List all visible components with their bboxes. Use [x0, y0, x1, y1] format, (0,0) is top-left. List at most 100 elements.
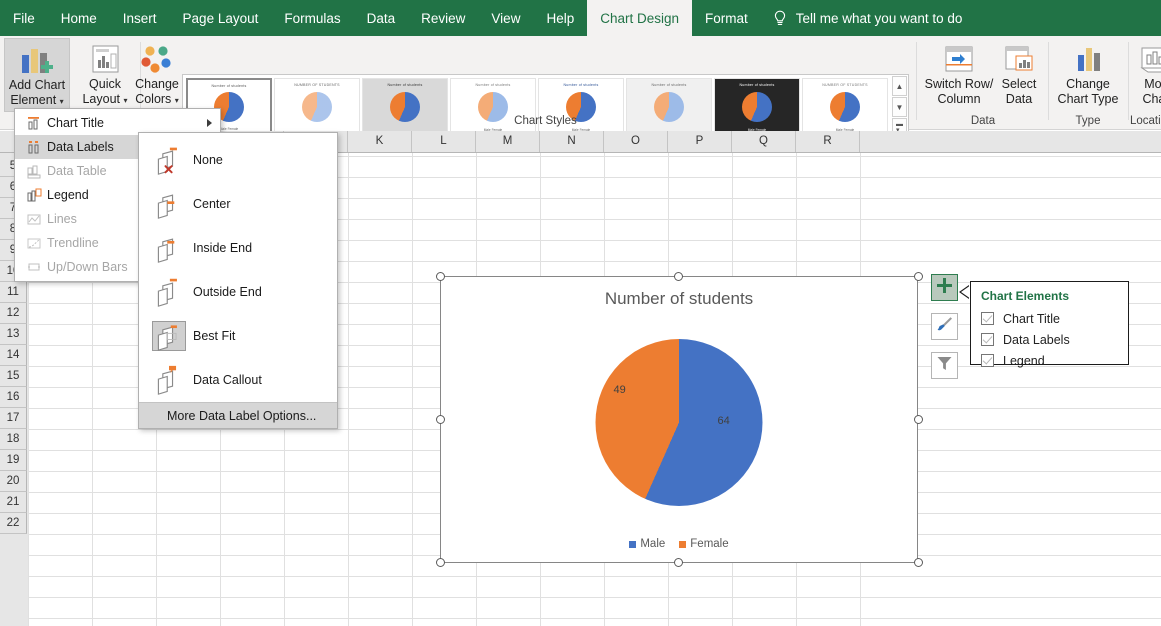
data-label-option-inside-end[interactable]: Inside End [139, 226, 337, 270]
legend-item-male[interactable]: Male [629, 538, 665, 550]
legend-item-female[interactable]: Female [679, 538, 729, 550]
chart-style-thumbnail-3[interactable]: Number of students [362, 78, 448, 136]
divider [1048, 42, 1049, 120]
resize-handle-se[interactable] [914, 558, 923, 567]
row-header-16[interactable]: 16 [0, 387, 27, 408]
resize-handle-ne[interactable] [914, 272, 923, 281]
change-colors-button[interactable]: Change Colors ▾ [126, 38, 188, 110]
column-header-N[interactable]: N [540, 131, 604, 152]
data-label-option-none[interactable]: None [139, 138, 337, 182]
pie-series[interactable] [595, 339, 763, 506]
move-chart-icon [1138, 41, 1161, 77]
ribbon-tab-chart-design[interactable]: Chart Design [587, 0, 693, 36]
brush-icon [936, 315, 954, 338]
ribbon-tab-file[interactable]: File [0, 0, 48, 36]
chart-element-row-data-labels[interactable]: Data Labels [981, 329, 1128, 350]
row-header-15[interactable]: 15 [0, 366, 27, 387]
ribbon-tab-formulas[interactable]: Formulas [271, 0, 353, 36]
column-header-Q[interactable]: Q [732, 131, 796, 152]
ribbon-tab-help[interactable]: Help [533, 0, 587, 36]
resize-handle-n[interactable] [674, 272, 683, 281]
resize-handle-w[interactable] [436, 415, 445, 424]
ribbon-tab-data[interactable]: Data [354, 0, 409, 36]
resize-handle-e[interactable] [914, 415, 923, 424]
gridline-horizontal [28, 597, 1161, 598]
pie-plot-area[interactable]: 64 49 [595, 339, 763, 506]
chart-styles-button[interactable] [931, 313, 958, 340]
row-header-22[interactable]: 22 [0, 513, 27, 534]
chart-style-thumbnail-7[interactable]: Number of students Male Female [714, 78, 800, 136]
legend-icon [21, 188, 47, 203]
data-label-option-outside-end[interactable]: Outside End [139, 270, 337, 314]
plus-icon [936, 277, 953, 299]
row-header-11[interactable]: 11 [0, 282, 27, 303]
more-data-label-options-item[interactable]: More Data Label Options... [139, 402, 337, 428]
gallery-scrollbar[interactable]: ▲ ▼ ▬▾ [892, 76, 907, 138]
column-header-R[interactable]: R [796, 131, 860, 152]
data-label-option-label: Best Fit [193, 329, 236, 343]
row-header-20[interactable]: 20 [0, 471, 27, 492]
resize-handle-s[interactable] [674, 558, 683, 567]
chart-style-thumbnail-6[interactable]: Number of students [626, 78, 712, 136]
row-header-19[interactable]: 19 [0, 450, 27, 471]
ribbon-tab-home[interactable]: Home [48, 0, 110, 36]
row-header-14[interactable]: 14 [0, 345, 27, 366]
resize-handle-sw[interactable] [436, 558, 445, 567]
chart-element-row-chart-title[interactable]: Chart Title [981, 308, 1128, 329]
resize-handle-nw[interactable] [436, 272, 445, 281]
label-none-icon [145, 145, 193, 175]
column-header-L[interactable]: L [412, 131, 476, 152]
checkbox-data-labels[interactable] [981, 333, 994, 346]
ribbon-tab-review[interactable]: Review [408, 0, 478, 36]
chart-elements-button[interactable] [931, 274, 958, 301]
row-header-12[interactable]: 12 [0, 303, 27, 324]
chart-element-row-legend[interactable]: Legend [981, 350, 1128, 371]
gallery-scroll-up-button[interactable]: ▲ [892, 76, 907, 96]
chart-filters-button[interactable] [931, 352, 958, 379]
checkbox-chart-title[interactable] [981, 312, 994, 325]
row-header-21[interactable]: 21 [0, 492, 27, 513]
chart-title[interactable]: Number of students [441, 289, 917, 309]
chart-element-label: Chart Title [1003, 311, 1060, 326]
chart-legend[interactable]: Male Female [441, 538, 917, 550]
move-chart-button[interactable]: Mov Char [1132, 38, 1161, 109]
row-header-13[interactable]: 13 [0, 324, 27, 345]
more-data-label-options-label: More Data Label Options... [167, 408, 317, 423]
change-chart-type-button[interactable]: Change Chart Type [1054, 38, 1122, 109]
data-label-male[interactable]: 64 [718, 415, 730, 427]
checkbox-legend[interactable] [981, 354, 994, 367]
thumbnail-title: NUMBER OF STUDENTS [822, 83, 868, 87]
row-header-17[interactable]: 17 [0, 408, 27, 429]
ribbon-tab-view[interactable]: View [478, 0, 533, 36]
data-label-option-label: Data Callout [193, 373, 262, 387]
change-chart-type-label-2: Chart Type [1057, 92, 1119, 106]
chart-element-label: Data Labels [1003, 332, 1070, 347]
column-header-P[interactable]: P [668, 131, 732, 152]
ribbon-tab-format[interactable]: Format [692, 0, 761, 36]
ribbon-tab-page-layout[interactable]: Page Layout [170, 0, 272, 36]
switch-row-column-button[interactable]: Switch Row/ Column [924, 38, 994, 109]
column-header-K[interactable]: K [348, 131, 412, 152]
chart-style-thumbnail-8[interactable]: NUMBER OF STUDENTS Male Female [802, 78, 888, 136]
row-header-18[interactable]: 18 [0, 429, 27, 450]
quick-layout-label-1: Quick [89, 77, 121, 91]
add-chart-element-button[interactable]: Add Chart Element ▾ [4, 38, 70, 112]
menu-item-label: Up/Down Bars [47, 260, 128, 274]
data-labels-submenu[interactable]: None Center Inside End Outside End Best Fit D… [138, 132, 338, 429]
quick-layout-label-2: Layout [82, 92, 121, 106]
column-header-M[interactable]: M [476, 131, 540, 152]
chart-style-thumbnail-5[interactable]: Number of students Male Female [538, 78, 624, 136]
data-label-female[interactable]: 49 [614, 384, 626, 396]
column-header-O[interactable]: O [604, 131, 668, 152]
data-label-option-data-callout[interactable]: Data Callout [139, 358, 337, 402]
chart-style-thumbnail-4[interactable]: Number of students Male Female [450, 78, 536, 136]
select-data-button[interactable]: Select Data [996, 38, 1042, 109]
chart-elements-panel[interactable]: Chart Elements Chart Title Data Labels Leg… [970, 281, 1129, 368]
chart-object[interactable]: Number of students 64 49 Male Female [440, 276, 918, 563]
data-label-option-best-fit[interactable]: Best Fit [139, 314, 337, 358]
tell-me-box[interactable]: Tell me what you want to do [761, 0, 975, 36]
data-label-option-center[interactable]: Center [139, 182, 337, 226]
ribbon-tab-insert[interactable]: Insert [110, 0, 170, 36]
gallery-scroll-down-button[interactable]: ▼ [892, 97, 907, 117]
chart-style-thumbnail-2[interactable]: NUMBER OF STUDENTS [274, 78, 360, 136]
